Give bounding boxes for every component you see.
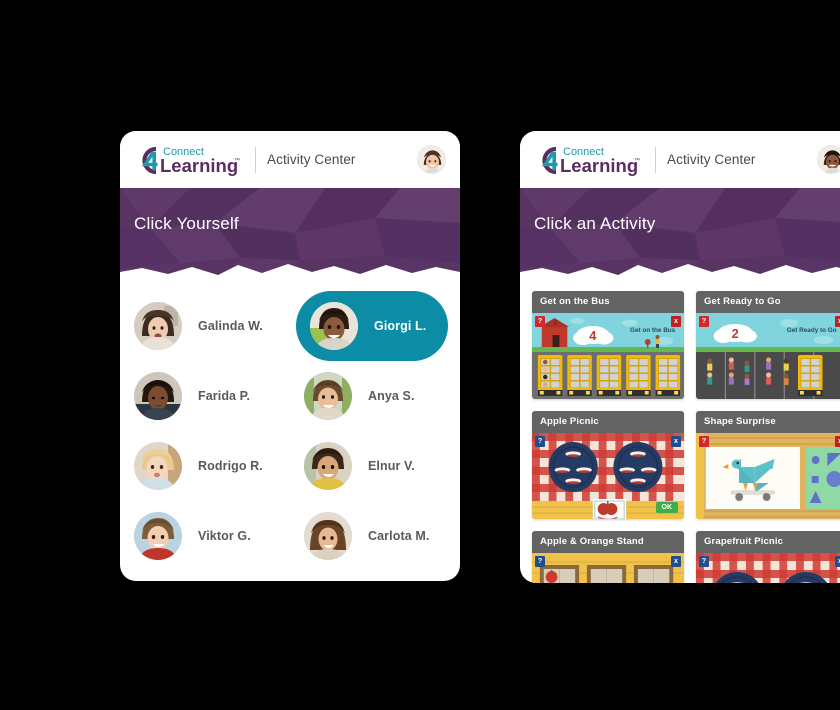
svg-text:Get Ready to Go: Get Ready to Go bbox=[787, 327, 837, 334]
students-panel: Connect Learning ™ Activity Center Click… bbox=[120, 131, 460, 581]
teacher-avatar-wrap[interactable] bbox=[417, 145, 446, 174]
student-item-farida[interactable]: Farida P. bbox=[120, 361, 278, 431]
activity-grid-area: Get on the Bus 4 Get on the Bus ? x Get … bbox=[520, 281, 840, 583]
picnic-plates-scene: ? x OK bbox=[532, 433, 684, 519]
student-item-galinda[interactable]: Galinda W. bbox=[120, 291, 278, 361]
children-parking-lot-scene: 2 Get Ready to Go ? bbox=[696, 313, 840, 399]
close-badge[interactable]: x bbox=[835, 556, 840, 567]
student-name: Rodrigo R. bbox=[198, 459, 263, 473]
student-list: Galinda W. Giorgi L. Farida P. Anya S. R… bbox=[120, 281, 460, 571]
activity-card-shape-surprise[interactable]: Shape Surprise ? bbox=[696, 411, 840, 519]
header-divider bbox=[655, 146, 656, 173]
activity-card-get-on-the-bus[interactable]: Get on the Bus 4 Get on the Bus ? x bbox=[532, 291, 684, 399]
student-name: Anya S. bbox=[368, 389, 415, 403]
activities-panel: Connect Learning ™ Activity Center Click… bbox=[520, 131, 840, 583]
student-item-elnur[interactable]: Elnur V. bbox=[290, 431, 448, 501]
student-avatar-rodrigo bbox=[134, 442, 182, 490]
close-badge[interactable]: x bbox=[671, 556, 681, 567]
activity-card-title: Shape Surprise bbox=[696, 411, 840, 433]
student-item-rodrigo[interactable]: Rodrigo R. bbox=[120, 431, 278, 501]
svg-text:Learning: Learning bbox=[160, 155, 238, 176]
help-badge[interactable]: ? bbox=[699, 556, 709, 567]
activity-card-apple-orange-stand[interactable]: Apple & Orange Stand ? x bbox=[532, 531, 684, 583]
student-avatar-giorgi bbox=[310, 302, 358, 350]
student-avatar-carlota bbox=[304, 512, 352, 560]
help-badge[interactable]: ? bbox=[535, 556, 545, 567]
connect4learning-logo: Connect Learning ™ bbox=[134, 143, 246, 177]
svg-text:Get on the Bus: Get on the Bus bbox=[630, 327, 676, 334]
app-header: Connect Learning ™ Activity Center bbox=[120, 131, 460, 188]
activities-banner: Click an Activity bbox=[520, 188, 840, 281]
student-item-anya[interactable]: Anya S. bbox=[290, 361, 448, 431]
help-badge[interactable]: ? bbox=[535, 436, 545, 447]
app-header: Connect Learning ™ Activity Center bbox=[520, 131, 840, 188]
header-divider bbox=[255, 146, 256, 173]
student-item-carlota[interactable]: Carlota M. bbox=[290, 501, 448, 571]
student-avatar-anya bbox=[304, 372, 352, 420]
student-name: Galinda W. bbox=[198, 319, 263, 333]
close-badge[interactable]: x bbox=[835, 316, 840, 327]
activity-card-apple-picnic[interactable]: Apple Picnic ? x OK bbox=[532, 411, 684, 519]
student-item-giorgi[interactable]: Giorgi L. bbox=[296, 291, 448, 361]
help-badge[interactable]: ? bbox=[699, 436, 709, 447]
svg-text:™: ™ bbox=[634, 157, 640, 164]
student-avatar-viktor bbox=[134, 512, 182, 560]
banner-zigzag-edge bbox=[520, 264, 840, 281]
activity-card-title: Get Ready to Go bbox=[696, 291, 840, 313]
svg-text:2: 2 bbox=[732, 326, 739, 341]
student-avatar-galinda bbox=[134, 302, 182, 350]
fruit-crates-scene: ? x bbox=[532, 553, 684, 583]
student-name: Farida P. bbox=[198, 389, 251, 403]
activity-card-grapefruit-picnic[interactable]: Grapefruit Picnic ? bbox=[696, 531, 840, 583]
activity-card-get-ready-to-go[interactable]: Get Ready to Go 2 Get Ready to Go ? bbox=[696, 291, 840, 399]
svg-text:Learning: Learning bbox=[560, 155, 638, 176]
app-title: Activity Center bbox=[667, 152, 756, 167]
student-name: Elnur V. bbox=[368, 459, 415, 473]
student-item-viktor[interactable]: Viktor G. bbox=[120, 501, 278, 571]
banner-title: Click Yourself bbox=[134, 214, 239, 233]
screenshot-root: Connect Learning ™ Activity Center Click… bbox=[0, 0, 840, 710]
connect4learning-logo: Connect Learning ™ bbox=[534, 143, 646, 177]
activity-card-title: Get on the Bus bbox=[532, 291, 684, 313]
student-name: Viktor G. bbox=[198, 529, 251, 543]
tangram-bird-scene: ? x bbox=[696, 433, 840, 519]
teacher-avatar[interactable] bbox=[417, 145, 446, 174]
help-badge[interactable]: ? bbox=[535, 316, 545, 327]
student-avatar-elnur bbox=[304, 442, 352, 490]
activity-card-title: Apple & Orange Stand bbox=[532, 531, 684, 553]
student-avatar-farida bbox=[134, 372, 182, 420]
teacher-avatar[interactable] bbox=[817, 145, 840, 174]
close-badge[interactable]: x bbox=[671, 316, 681, 327]
activity-card-title: Apple Picnic bbox=[532, 411, 684, 433]
close-badge[interactable]: x bbox=[671, 436, 681, 447]
app-title: Activity Center bbox=[267, 152, 356, 167]
banner-zigzag-edge bbox=[120, 264, 460, 281]
banner-title: Click an Activity bbox=[534, 214, 656, 233]
svg-text:™: ™ bbox=[234, 157, 240, 164]
teacher-avatar-wrap[interactable] bbox=[817, 145, 840, 174]
students-banner: Click Yourself bbox=[120, 188, 460, 281]
grapefruit-picnic-scene: ? x bbox=[696, 553, 840, 583]
school-buses-scene: 4 Get on the Bus ? x bbox=[532, 313, 684, 399]
student-name: Carlota M. bbox=[368, 529, 430, 543]
activity-grid: Get on the Bus 4 Get on the Bus ? x Get … bbox=[532, 291, 840, 583]
svg-text:4: 4 bbox=[589, 328, 597, 343]
help-badge[interactable]: ? bbox=[699, 316, 709, 327]
close-badge[interactable]: x bbox=[835, 436, 840, 447]
student-name: Giorgi L. bbox=[374, 319, 427, 333]
ok-button[interactable]: OK bbox=[655, 502, 678, 513]
activity-card-title: Grapefruit Picnic bbox=[696, 531, 840, 553]
